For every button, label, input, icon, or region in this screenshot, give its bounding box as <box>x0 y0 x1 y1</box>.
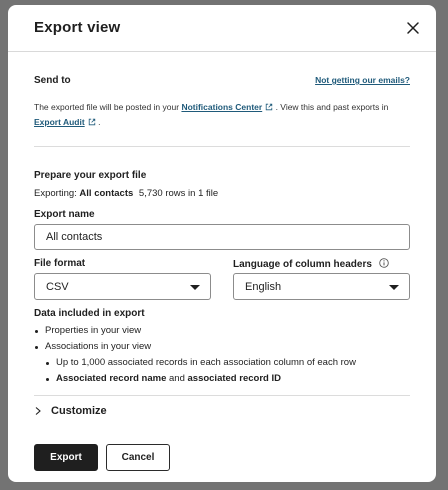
export-audit-link[interactable]: Export Audit <box>34 117 96 127</box>
language-label-text: Language of column headers <box>233 259 372 270</box>
close-icon[interactable] <box>406 21 420 35</box>
exporting-summary: Exporting: All contacts 5,730 rows in 1 … <box>34 188 218 199</box>
desc-suffix: . <box>98 117 101 127</box>
data-included-heading: Data included in export <box>34 308 145 319</box>
rows-info: 5,730 rows in 1 file <box>138 188 219 199</box>
info-icon[interactable] <box>378 258 389 268</box>
external-link-icon <box>266 103 273 111</box>
export-name-input[interactable]: All contacts <box>34 224 410 250</box>
list-item: Properties in your view <box>34 323 410 339</box>
customize-toggle[interactable]: Customize <box>34 403 107 419</box>
modal-header: Export view <box>8 5 436 52</box>
desc-middle: . View this and past exports in <box>275 102 389 112</box>
file-format-label: File format <box>34 258 86 269</box>
chevron-right-icon <box>35 407 41 415</box>
send-to-description: The exported file will be posted in your… <box>34 100 410 130</box>
cancel-button[interactable]: Cancel <box>106 444 170 471</box>
chevron-down-icon <box>190 285 200 290</box>
export-audit-label: Export Audit <box>34 117 85 127</box>
send-to-label: Send to <box>34 75 71 86</box>
customize-label: Customize <box>51 405 107 417</box>
record-name-text: Associated record name <box>56 373 167 384</box>
list-item: Up to 1,000 associated records in each a… <box>45 355 410 371</box>
file-format-value: CSV <box>46 281 69 293</box>
export-button[interactable]: Export <box>34 444 98 471</box>
file-format-select[interactable]: CSV <box>34 273 211 300</box>
desc-prefix: The exported file will be posted in your <box>34 102 180 112</box>
export-name-label: Export name <box>34 209 95 220</box>
notifications-center-label: Notifications Center <box>181 102 263 112</box>
list-item: Associations in your view <box>34 339 410 355</box>
language-label: Language of column headers <box>233 258 389 270</box>
language-value: English <box>245 281 282 293</box>
external-link-icon <box>88 118 95 126</box>
list-item: Associated record name and associated re… <box>45 371 410 387</box>
section-divider <box>34 395 410 396</box>
data-included-list: Properties in your view Associations in … <box>34 323 410 387</box>
exporting-value: All contacts <box>79 188 134 199</box>
language-select[interactable]: English <box>233 273 410 300</box>
notifications-center-link[interactable]: Notifications Center <box>181 102 273 112</box>
export-view-modal: Export view Send to Not getting our emai… <box>8 5 436 482</box>
and-text: and <box>169 373 185 384</box>
chevron-down-icon <box>389 285 399 290</box>
prepare-heading: Prepare your export file <box>34 170 147 181</box>
record-id-text: associated record ID <box>187 373 281 384</box>
not-getting-emails-link[interactable]: Not getting our emails? <box>315 75 410 85</box>
exporting-label: Exporting: <box>34 188 77 199</box>
modal-title: Export view <box>34 19 121 36</box>
section-divider <box>34 146 410 147</box>
